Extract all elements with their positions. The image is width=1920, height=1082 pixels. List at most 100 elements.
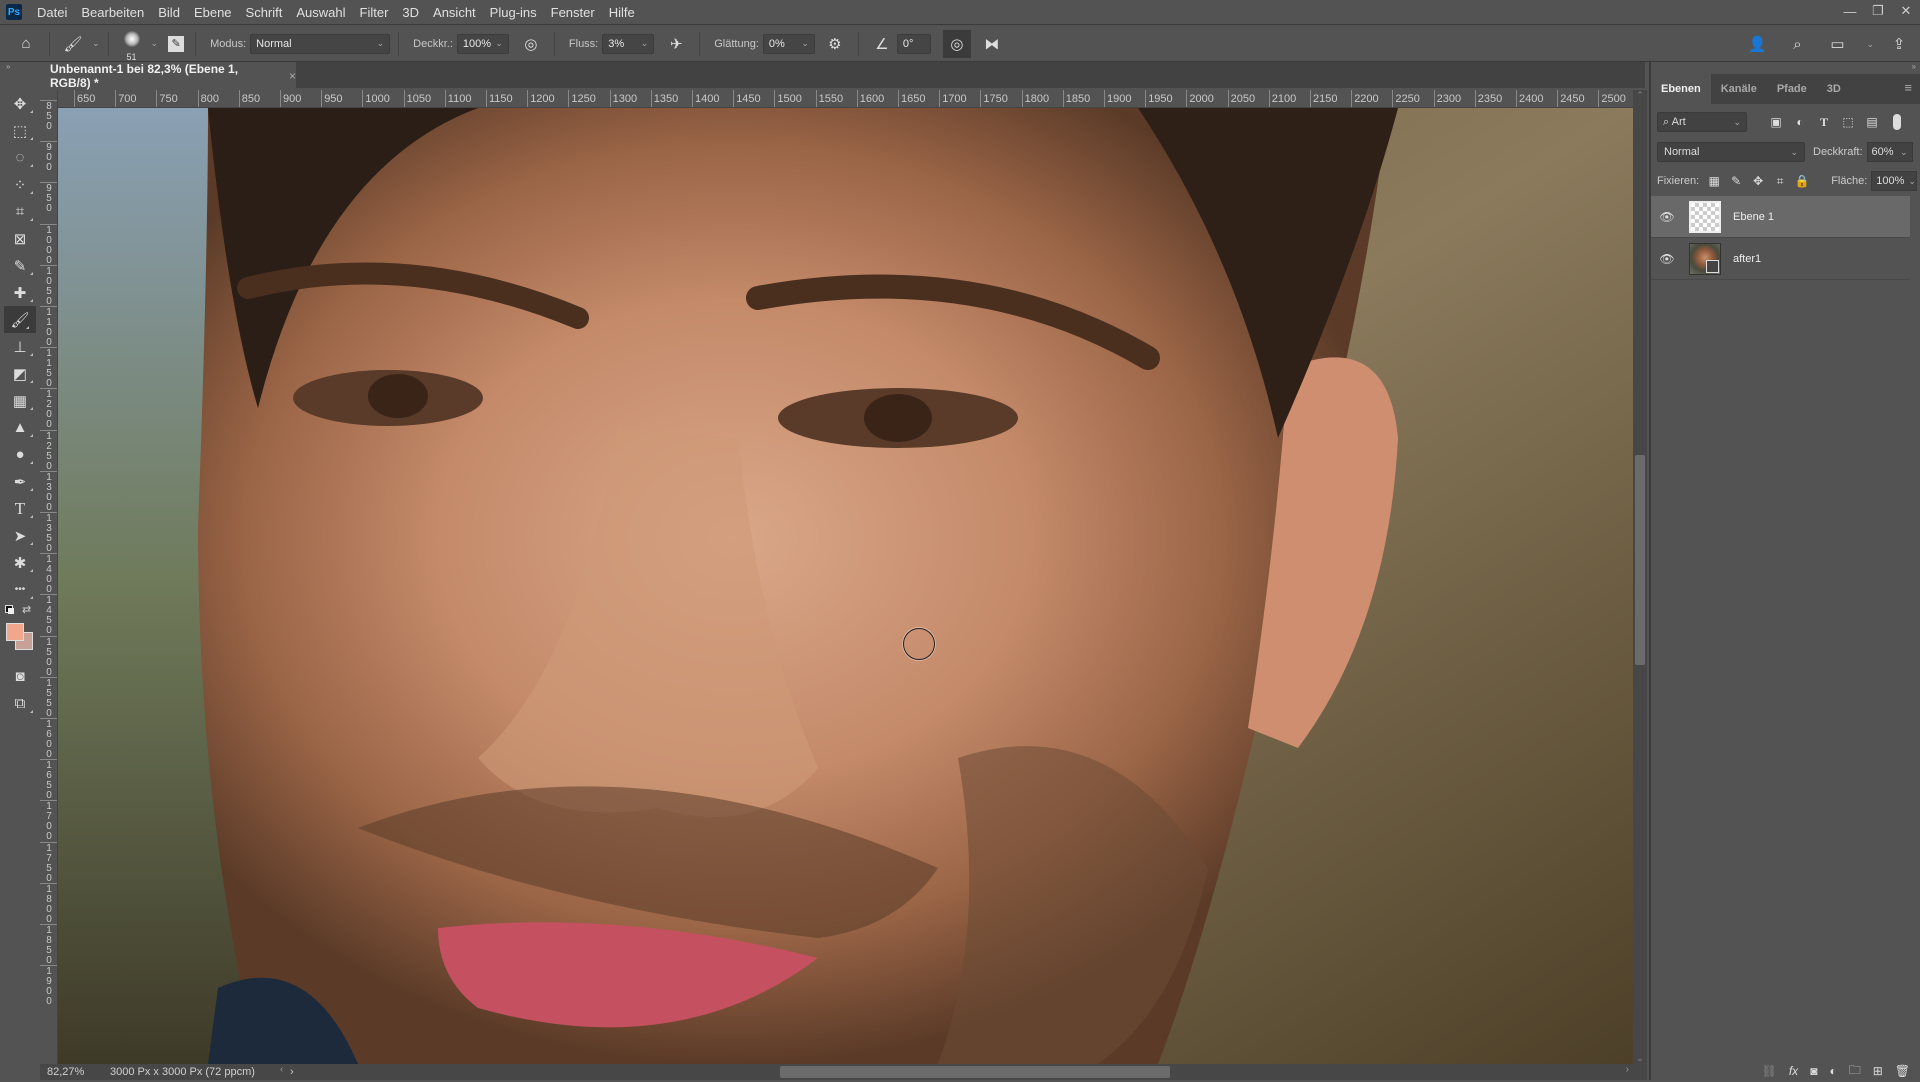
lock-pixels-icon[interactable]: ✎ <box>1725 174 1747 188</box>
menu-datei[interactable]: Datei <box>30 5 74 20</box>
zoom-level[interactable]: 82,27% <box>40 1066 90 1078</box>
pressure-size-icon[interactable]: ◎ <box>942 29 971 58</box>
horizontal-scroll-thumb[interactable] <box>780 1066 1170 1078</box>
move-tool-icon[interactable]: ✥ <box>0 90 40 117</box>
visibility-eye-icon[interactable]: 👁 <box>1651 252 1683 266</box>
menu-auswahl[interactable]: Auswahl <box>289 5 352 20</box>
home-icon[interactable]: ⌂ <box>14 32 38 56</box>
fill-input[interactable]: 100% ⌄ <box>1871 171 1918 191</box>
collapse-toolbar-icon[interactable]: » <box>0 62 40 76</box>
chevron-down-icon[interactable]: ⌄ <box>151 38 159 49</box>
filter-smart-objects-icon[interactable]: ▤ <box>1861 115 1883 129</box>
brush-tool-icon[interactable]: 🖌 <box>4 306 36 333</box>
menu-schrift[interactable]: Schrift <box>239 5 290 20</box>
filter-pixel-layers-icon[interactable]: ▣ <box>1765 115 1787 129</box>
screen-mode-icon[interactable]: ⧉ <box>0 690 40 717</box>
swap-colors-icon[interactable]: ⇄ <box>22 603 31 616</box>
eraser-tool-icon[interactable]: ◩ <box>0 360 40 387</box>
scroll-down-icon[interactable]: ⌄ <box>1633 1053 1647 1064</box>
adjustment-layer-icon[interactable]: ◐ <box>1829 1064 1836 1078</box>
healing-brush-tool-icon[interactable]: ✚ <box>0 279 40 306</box>
gear-icon[interactable]: ⚙ <box>823 32 847 56</box>
chevron-down-icon[interactable]: ⌄ <box>92 38 100 49</box>
fx-icon[interactable]: fx <box>1789 1064 1798 1078</box>
horizontal-scrollbar[interactable]: ‹ › <box>280 1064 1633 1080</box>
crop-tool-icon[interactable]: ⌗ <box>0 198 40 225</box>
pen-tool-icon[interactable]: ✒ <box>0 468 40 495</box>
lock-transparency-icon[interactable]: ▦ <box>1703 174 1725 188</box>
ruler-horizontal[interactable]: 650 700 750 800 850 900 950 1000 1050 1100 1150 120… <box>58 90 1633 108</box>
collapse-panels-icon[interactable]: » <box>1912 62 1916 71</box>
smoothing-input[interactable]: 0% ⌄ <box>762 33 815 54</box>
blend-mode-select[interactable]: Normal ⌄ <box>1657 142 1805 162</box>
flow-input[interactable]: 3% ⌄ <box>602 33 655 54</box>
clone-stamp-tool-icon[interactable]: ⊥ <box>0 333 40 360</box>
gradient-tool-icon[interactable]: ▦ <box>0 387 40 414</box>
airbrush-icon[interactable]: ✈ <box>664 32 688 56</box>
tab-3d[interactable]: 3D <box>1817 74 1851 104</box>
add-mask-icon[interactable]: ◙ <box>1810 1064 1817 1078</box>
layer-row[interactable]: 👁 Ebene 1 <box>1651 196 1910 238</box>
menu-filter[interactable]: Filter <box>353 5 396 20</box>
opacity-input[interactable]: 100% ⌄ <box>456 33 509 54</box>
type-tool-icon[interactable]: T <box>0 495 40 522</box>
document-canvas[interactable] <box>58 108 1633 1064</box>
mode-select[interactable]: Normal ⌄ <box>250 33 391 54</box>
link-layers-icon[interactable]: ⛓ <box>1762 1064 1777 1078</box>
brush-preset-icon[interactable]: 🖌 <box>61 32 85 56</box>
menu-fenster[interactable]: Fenster <box>544 5 602 20</box>
more-tools-icon[interactable]: ••• <box>0 576 40 603</box>
layer-filter-select[interactable]: ⌕ Art ⌄ <box>1657 112 1747 132</box>
quick-selection-tool-icon[interactable]: ⁘ <box>0 171 40 198</box>
pressure-opacity-icon[interactable]: ◎ <box>519 32 543 56</box>
chevron-down-icon[interactable]: ⌄ <box>1866 39 1874 50</box>
filter-shape-layers-icon[interactable]: ⬚ <box>1837 115 1859 129</box>
frame-tool-icon[interactable]: ⊠ <box>0 225 40 252</box>
vertical-scrollbar[interactable]: ⌃ ⌄ <box>1633 90 1647 1064</box>
share-user-icon[interactable]: 👤 <box>1745 32 1769 56</box>
new-group-folder-icon[interactable]: 🗀 <box>1849 1061 1861 1082</box>
menu-3d[interactable]: 3D <box>395 5 426 20</box>
close-tab-icon[interactable]: × <box>289 69 296 83</box>
filter-adjustment-layers-icon[interactable]: ◐ <box>1789 115 1811 129</box>
filter-toggle[interactable] <box>1893 114 1901 130</box>
lock-artboard-icon[interactable]: ⌗ <box>1769 174 1791 189</box>
brush-settings-panel-icon[interactable]: ✎ <box>168 35 185 52</box>
share-export-icon[interactable]: ⇪ <box>1887 32 1911 56</box>
angle-input[interactable]: 0° <box>896 33 931 54</box>
scroll-right-icon[interactable]: › <box>1626 1064 1629 1075</box>
tab-pfade[interactable]: Pfade <box>1767 74 1817 104</box>
lock-all-icon[interactable]: 🔒 <box>1791 174 1813 188</box>
menu-ebene[interactable]: Ebene <box>187 5 239 20</box>
menu-bild[interactable]: Bild <box>151 5 187 20</box>
layer-opacity-input[interactable]: 60% ⌄ <box>1866 142 1913 162</box>
scroll-up-icon[interactable]: ⌃ <box>1633 90 1647 101</box>
eyedropper-tool-icon[interactable]: ✎ <box>0 252 40 279</box>
delete-layer-trash-icon[interactable]: 🗑 <box>1895 1064 1910 1078</box>
filter-type-layers-icon[interactable]: T <box>1813 115 1835 130</box>
document-tab[interactable]: Unbenannt-1 bei 82,3% (Ebene 1, RGB/8) *… <box>40 62 296 90</box>
visibility-eye-icon[interactable]: 👁 <box>1651 210 1683 224</box>
default-colors-icon[interactable] <box>5 605 14 614</box>
close-window-button[interactable]: ✕ <box>1892 0 1920 22</box>
symmetry-butterfly-icon[interactable]: ⧓ <box>980 32 1004 56</box>
lasso-tool-icon[interactable]: ◌ <box>0 144 40 171</box>
blur-tool-icon[interactable]: ▲ <box>0 414 40 441</box>
marquee-tool-icon[interactable]: ⬚ <box>0 117 40 144</box>
vertical-scroll-thumb[interactable] <box>1635 455 1645 665</box>
layer-row[interactable]: 👁 after1 <box>1651 238 1910 280</box>
menu-plugins[interactable]: Plug-ins <box>483 5 544 20</box>
new-layer-icon[interactable]: ⊞ <box>1873 1064 1883 1078</box>
tab-kanaele[interactable]: Kanäle <box>1711 74 1767 104</box>
lock-position-icon[interactable]: ✥ <box>1747 174 1769 188</box>
menu-bearbeiten[interactable]: Bearbeiten <box>74 5 151 20</box>
quick-mask-icon[interactable]: ◙ <box>0 663 40 690</box>
restore-button[interactable]: ❐ <box>1864 0 1892 22</box>
dodge-tool-icon[interactable]: ● <box>0 441 40 468</box>
search-icon[interactable]: ⌕ <box>1785 32 1809 56</box>
panel-menu-icon[interactable]: ≡ <box>1904 80 1912 95</box>
minimize-button[interactable]: — <box>1836 0 1864 22</box>
scroll-left-icon[interactable]: ‹ <box>280 1064 283 1075</box>
path-selection-tool-icon[interactable]: ➤ <box>0 522 40 549</box>
foreground-color-swatch[interactable] <box>6 623 24 641</box>
